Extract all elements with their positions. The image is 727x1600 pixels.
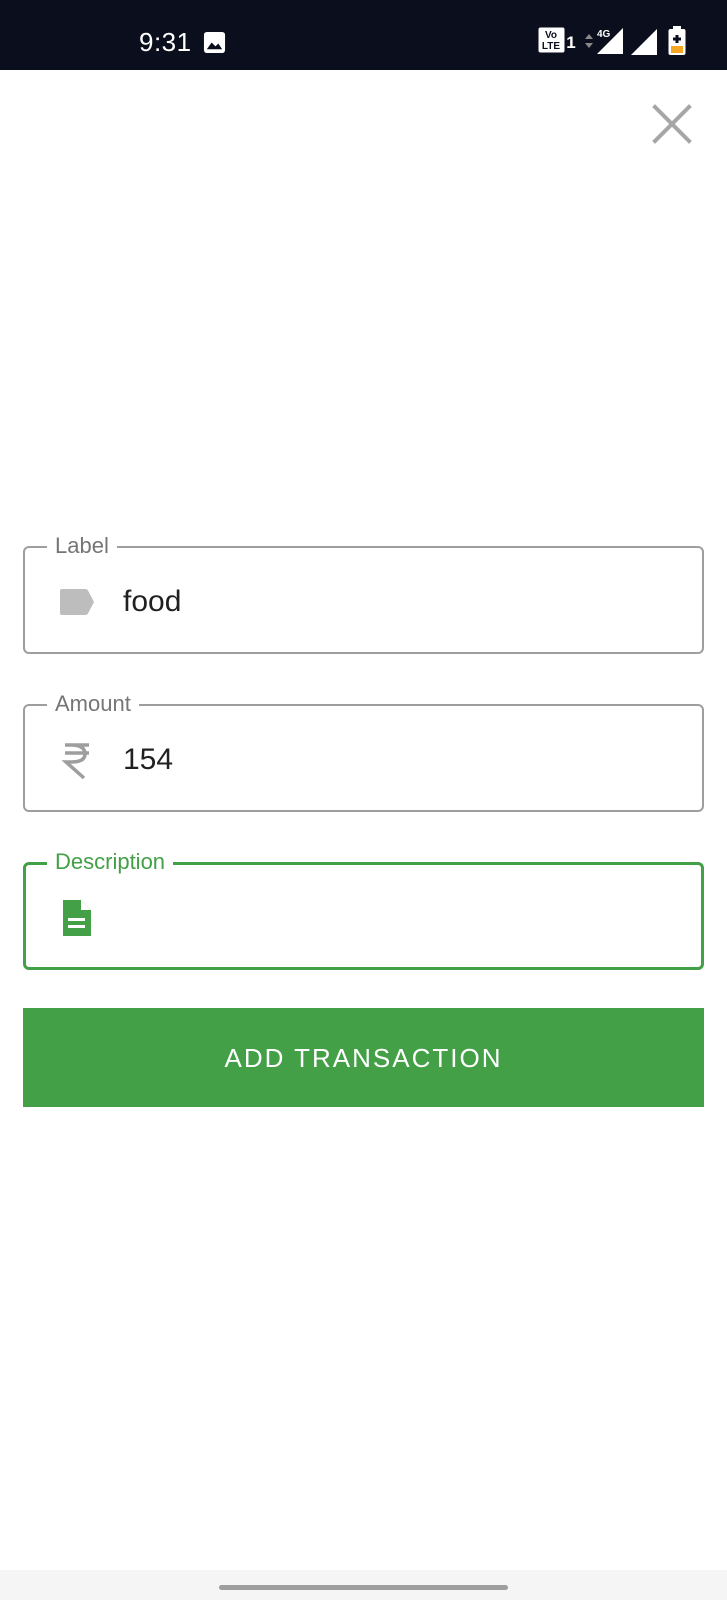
amount-field-label: Amount xyxy=(47,689,139,719)
rupee-icon xyxy=(61,743,89,780)
navigation-bar xyxy=(0,1570,727,1600)
tag-icon xyxy=(60,589,94,615)
label-field-label: Label xyxy=(47,531,117,561)
signal-4g-icon: 4G xyxy=(585,28,623,54)
home-indicator[interactable] xyxy=(219,1585,508,1590)
status-bar: 9:31 Vo LTE 1 4G xyxy=(0,0,727,70)
signal-icon xyxy=(631,29,657,55)
label-field[interactable]: Label food xyxy=(23,531,704,654)
volte-icon: Vo LTE 1 xyxy=(538,27,576,53)
status-time: 9:31 xyxy=(139,27,192,57)
description-field-label: Description xyxy=(47,847,174,877)
svg-text:4G: 4G xyxy=(597,29,611,40)
document-icon xyxy=(63,900,91,936)
amount-field[interactable]: Amount 154 xyxy=(23,689,704,812)
svg-text:Vo: Vo xyxy=(545,30,557,41)
label-field-value[interactable]: food xyxy=(123,582,181,622)
svg-text:LTE: LTE xyxy=(542,41,560,52)
svg-text:1: 1 xyxy=(566,33,575,52)
close-icon[interactable] xyxy=(648,100,696,148)
battery-icon xyxy=(668,26,686,55)
description-field[interactable]: Description xyxy=(23,847,704,970)
amount-field-value[interactable]: 154 xyxy=(123,740,173,780)
gallery-icon xyxy=(203,31,226,54)
add-transaction-button[interactable]: ADD TRANSACTION xyxy=(23,1008,704,1107)
